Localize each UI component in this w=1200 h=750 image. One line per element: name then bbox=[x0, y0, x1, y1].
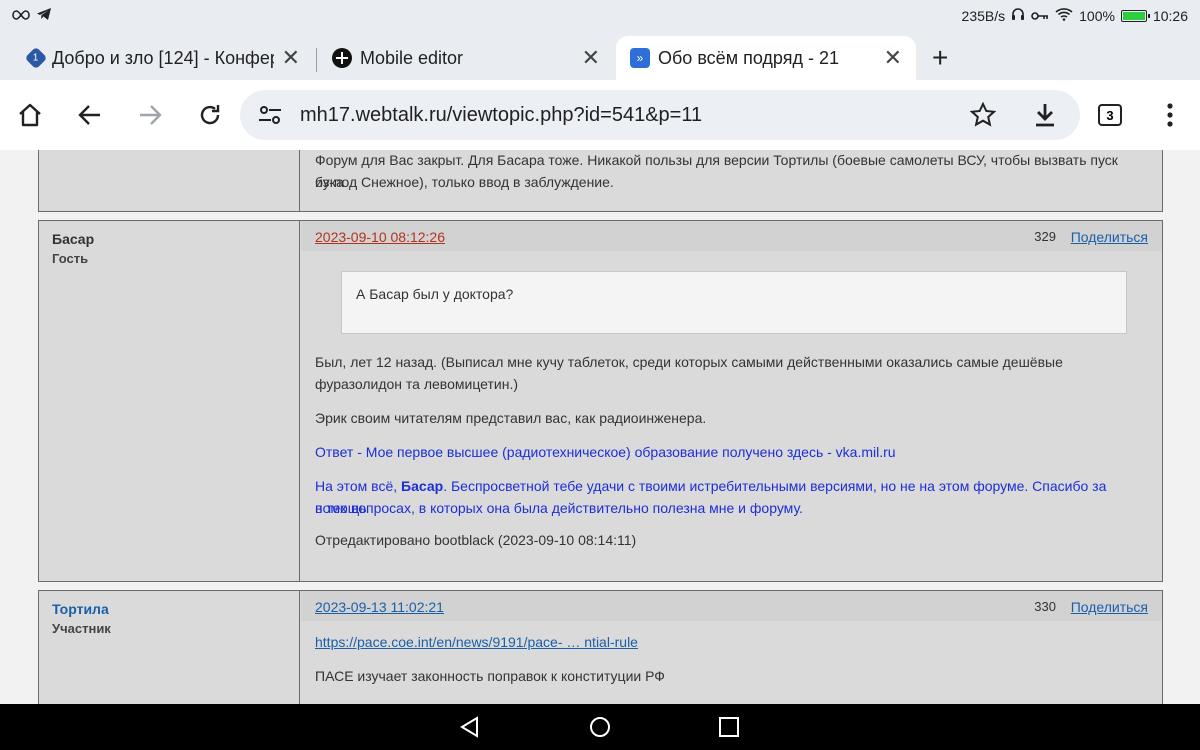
close-icon[interactable]: ✕ bbox=[582, 45, 600, 71]
tab-mobile-editor[interactable]: Mobile editor ✕ bbox=[318, 36, 614, 80]
address-bar[interactable]: mh17.webtalk.ru/viewtopic.php?id=541&p=1… bbox=[240, 90, 1080, 140]
share-link[interactable]: Поделиться bbox=[1071, 229, 1148, 245]
globe-icon bbox=[332, 48, 352, 68]
post-author-column: Басар Гость bbox=[39, 221, 300, 581]
forum-icon: » bbox=[630, 48, 650, 68]
post-text: Эрик своим читателям представил вас, как… bbox=[315, 410, 707, 426]
battery-icon bbox=[1120, 9, 1150, 22]
menu-button[interactable] bbox=[1153, 98, 1187, 132]
quote-text: А Басар был у доктора? bbox=[356, 286, 514, 302]
close-icon[interactable]: ✕ bbox=[282, 45, 300, 71]
diamond-icon: 1 bbox=[24, 46, 48, 70]
forum-post-329: Басар Гость 2023-09-10 08:12:26 329 Поде… bbox=[38, 220, 1163, 582]
nav-back-icon[interactable] bbox=[458, 715, 482, 739]
post-header: 2023-09-13 11:02:21 330 Поделиться bbox=[301, 591, 1162, 621]
forward-button[interactable] bbox=[133, 98, 167, 132]
tab-title: Mobile editor bbox=[360, 47, 464, 68]
key-icon bbox=[1031, 8, 1049, 24]
post-header: 2023-09-10 08:12:26 329 Поделиться bbox=[301, 221, 1162, 251]
status-bar: 235B/s 100% 10:26 bbox=[0, 0, 1200, 32]
post-date-link[interactable]: 2023-09-10 08:12:26 bbox=[315, 229, 445, 245]
post-text: Был, лет 12 назад. (Выписал мне кучу таб… bbox=[315, 354, 1063, 370]
clock: 10:26 bbox=[1152, 7, 1188, 24]
home-icon bbox=[19, 103, 41, 127]
quote-box: А Басар был у доктора? bbox=[341, 271, 1127, 334]
tab-strip: 1 Добро и зло [124] - Конферен ✕ Mobile … bbox=[0, 32, 1200, 80]
author-rank: Гость bbox=[52, 251, 89, 266]
back-button[interactable] bbox=[73, 98, 107, 132]
forum-post-previous: Форум для Вас закрыт. Для Басара тоже. Н… bbox=[38, 150, 1163, 212]
site-settings-icon[interactable] bbox=[258, 104, 282, 126]
share-link[interactable]: Поделиться bbox=[1071, 599, 1148, 615]
post-text-blue: Ответ - Мое первое высшее (радиотехничес… bbox=[315, 444, 896, 460]
telegram-icon bbox=[36, 7, 52, 24]
post-text: из-под Снежное), только ввод в заблужден… bbox=[315, 174, 614, 190]
download-button[interactable] bbox=[1028, 98, 1062, 132]
post-content: 2023-09-13 11:02:21 330 Поделиться https… bbox=[301, 591, 1162, 704]
new-tab-button[interactable]: + bbox=[932, 42, 948, 74]
reload-icon bbox=[200, 105, 220, 125]
home-button[interactable] bbox=[13, 98, 47, 132]
bookmark-star-icon[interactable] bbox=[970, 102, 996, 128]
system-nav-bar bbox=[0, 704, 1200, 750]
bold-name: Басар bbox=[401, 478, 444, 494]
arrow-left-icon bbox=[78, 105, 100, 125]
tab-title: Добро и зло [124] - Конферен bbox=[52, 47, 274, 68]
post-text: ПАСЕ изучает законность поправок к конст… bbox=[315, 668, 665, 684]
author-name-link[interactable]: Тортила bbox=[52, 601, 109, 617]
nav-recents-icon[interactable] bbox=[717, 715, 741, 739]
text-span: На этом всё, bbox=[315, 478, 402, 494]
tab-switcher-button[interactable]: 3 bbox=[1098, 104, 1122, 126]
post-number: 330 bbox=[1034, 599, 1056, 614]
post-content: Форум для Вас закрыт. Для Басара тоже. Н… bbox=[301, 150, 1162, 211]
post-text: фуразолидон та левомицетин.) bbox=[315, 376, 519, 392]
headphones-icon bbox=[1011, 7, 1025, 24]
network-speed: 235B/s bbox=[961, 7, 1006, 24]
post-number: 329 bbox=[1034, 229, 1056, 244]
reload-button[interactable] bbox=[193, 98, 227, 132]
forum-post-330: Тортила Участник 2023-09-13 11:02:21 330… bbox=[38, 590, 1163, 704]
wifi-icon bbox=[1055, 7, 1073, 24]
author-rank: Участник bbox=[52, 621, 111, 636]
author-name: Басар bbox=[52, 231, 95, 247]
browser-toolbar: mh17.webtalk.ru/viewtopic.php?id=541&p=1… bbox=[0, 80, 1200, 150]
post-content: 2023-09-10 08:12:26 329 Поделиться А Бас… bbox=[301, 221, 1162, 581]
post-author-column bbox=[39, 150, 300, 211]
arrow-right-icon bbox=[140, 105, 162, 125]
post-date-link[interactable]: 2023-09-13 11:02:21 bbox=[315, 599, 444, 615]
tab-title: Обо всём подряд - 21 bbox=[658, 47, 840, 68]
tab-dobro-i-zlo[interactable]: 1 Добро и зло [124] - Конферен ✕ bbox=[14, 36, 314, 80]
post-text-blue: в тех вопросах, в которых она была дейст… bbox=[315, 500, 803, 516]
post-link-line: https://pace.coe.int/en/news/9191/pace- … bbox=[315, 631, 1148, 653]
post-author-column: Тортила Участник bbox=[39, 591, 300, 704]
infinity-icon bbox=[12, 8, 30, 24]
nav-home-icon[interactable] bbox=[588, 715, 612, 739]
tab-divider bbox=[316, 48, 317, 72]
tab-obo-vsem-podryad[interactable]: » Обо всём подряд - 21 ✕ bbox=[616, 36, 916, 80]
page-content: Форум для Вас закрыт. Для Басара тоже. Н… bbox=[0, 150, 1200, 704]
download-icon bbox=[1036, 104, 1054, 127]
edited-note: Отредактировано bootblack (2023-09-10 08… bbox=[315, 532, 637, 548]
url-text: mh17.webtalk.ru/viewtopic.php?id=541&p=1… bbox=[300, 104, 703, 126]
external-link[interactable]: https://pace.coe.int/en/news/9191/pace- … bbox=[315, 634, 638, 650]
close-icon[interactable]: ✕ bbox=[884, 45, 902, 71]
battery-percent: 100% bbox=[1079, 7, 1115, 24]
more-vert-icon bbox=[1167, 103, 1173, 127]
